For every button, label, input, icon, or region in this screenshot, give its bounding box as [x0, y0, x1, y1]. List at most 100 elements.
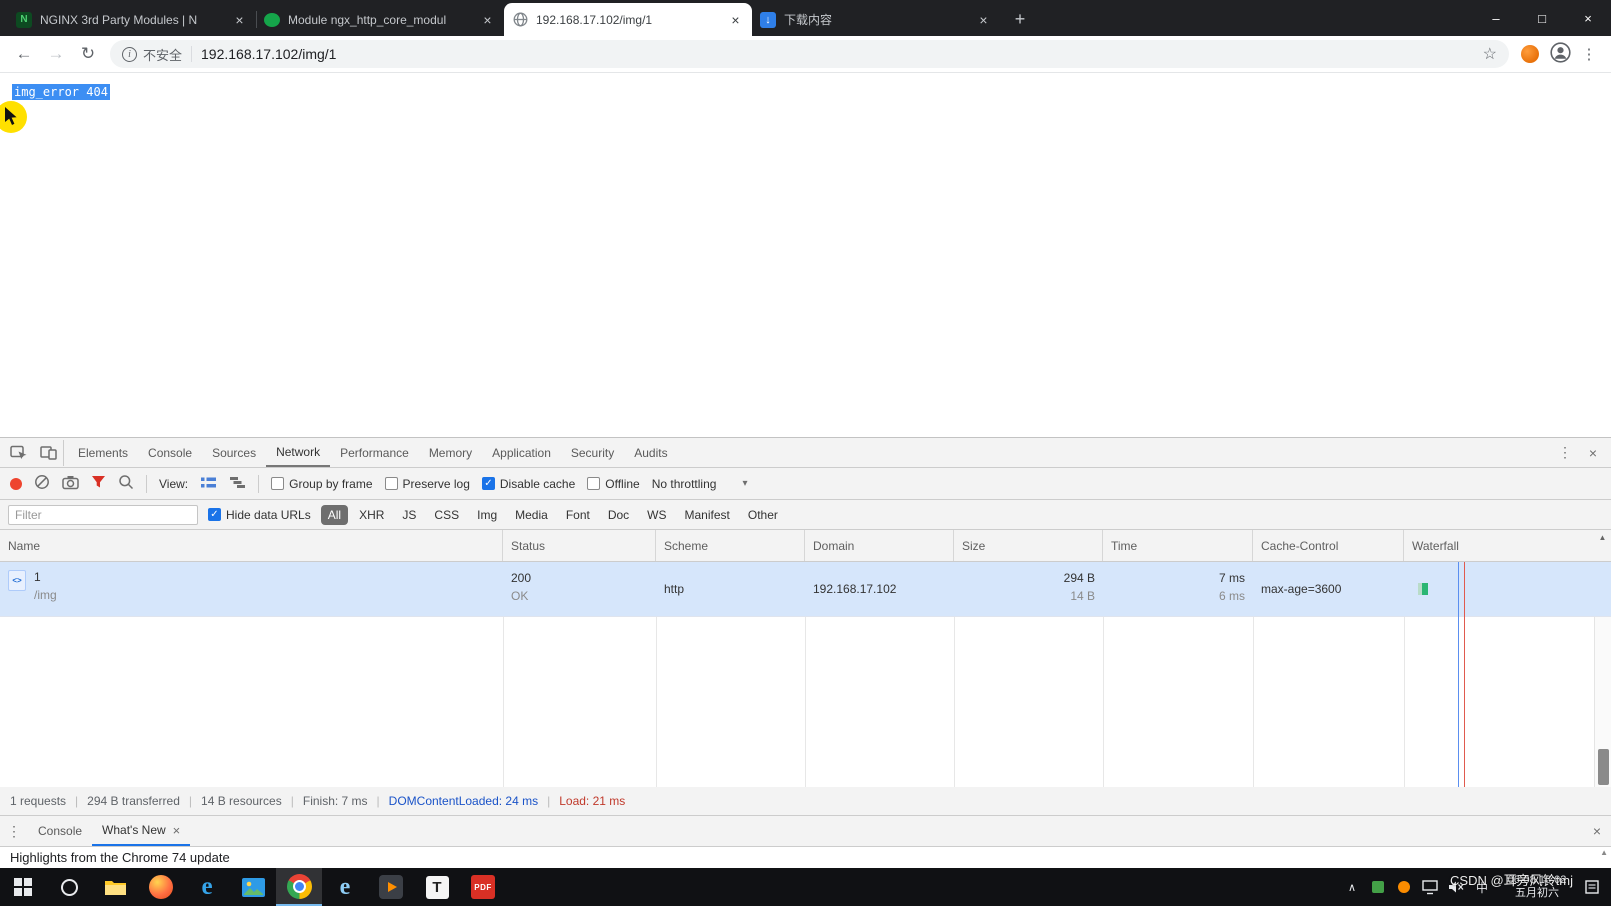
devtools-tab-memory[interactable]: Memory	[419, 438, 482, 467]
disable-cache-checkbox[interactable]: ✓ Disable cache	[482, 477, 575, 491]
column-header-domain[interactable]: Domain	[805, 530, 954, 561]
checkbox-unchecked	[385, 477, 398, 490]
tab-title: 下载内容	[784, 11, 975, 28]
url-text[interactable]: 192.168.17.102/img/1	[201, 46, 1483, 62]
preserve-log-checkbox[interactable]: Preserve log	[385, 477, 470, 491]
filter-chip-manifest[interactable]: Manifest	[678, 505, 737, 525]
browser-menu-button[interactable]: ⋮	[1575, 39, 1603, 69]
t-app-button[interactable]: T	[414, 868, 460, 906]
request-row[interactable]: <> 1 /img 200 OK http 192.168.17.102 294…	[0, 562, 1611, 617]
filter-chip-js[interactable]: JS	[395, 505, 423, 525]
search-button[interactable]	[118, 474, 134, 493]
cortana-search-button[interactable]	[46, 868, 92, 906]
back-button[interactable]: ←	[8, 38, 40, 70]
column-header-time[interactable]: Time	[1103, 530, 1253, 561]
column-header-size[interactable]: Size	[954, 530, 1103, 561]
waterfall-bar[interactable]	[1418, 583, 1428, 595]
column-header-cache-control[interactable]: Cache-Control	[1253, 530, 1404, 561]
windows-logo-icon	[14, 878, 32, 896]
action-center-button[interactable]	[1579, 868, 1605, 906]
tray-expand-button[interactable]: ∧	[1339, 868, 1365, 906]
column-header-name[interactable]: Name	[0, 530, 503, 561]
column-header-waterfall[interactable]: Waterfall	[1404, 530, 1594, 561]
address-bar[interactable]: i 不安全 192.168.17.102/img/1 ☆	[110, 40, 1509, 68]
clear-button[interactable]	[34, 474, 50, 493]
inspect-element-button[interactable]	[4, 440, 34, 466]
filter-chip-xhr[interactable]: XHR	[352, 505, 391, 525]
file-explorer-button[interactable]	[92, 868, 138, 906]
filter-input[interactable]	[8, 505, 198, 525]
devtools-tab-elements[interactable]: Elements	[68, 438, 138, 467]
reload-button[interactable]: ↻	[72, 38, 104, 70]
devtools-menu-button[interactable]: ⋮	[1551, 440, 1579, 466]
filter-toggle-button[interactable]	[91, 475, 106, 492]
tab-nginx-modules[interactable]: N NGINX 3rd Party Modules | N ×	[8, 3, 256, 36]
chrome-button[interactable]	[276, 868, 322, 906]
filter-chip-all[interactable]: All	[321, 505, 348, 525]
filter-chip-ws[interactable]: WS	[640, 505, 673, 525]
forward-button[interactable]: →	[40, 38, 72, 70]
tab-close-icon[interactable]: ×	[727, 11, 744, 28]
bookmark-star-icon[interactable]: ☆	[1483, 44, 1497, 64]
filter-chip-doc[interactable]: Doc	[601, 505, 636, 525]
maximize-button[interactable]: □	[1519, 0, 1565, 36]
summary-load: Load: 21 ms	[538, 794, 625, 808]
tab-img-active[interactable]: 192.168.17.102/img/1 ×	[504, 3, 752, 36]
filter-chip-media[interactable]: Media	[508, 505, 555, 525]
devtools-tab-performance[interactable]: Performance	[330, 438, 419, 467]
ie-button[interactable]: e	[322, 868, 368, 906]
photos-app-button[interactable]	[230, 868, 276, 906]
capture-screenshots-button[interactable]	[62, 475, 79, 493]
drawer-close-button[interactable]: ×	[1583, 818, 1611, 844]
tab-close-icon[interactable]: ×	[975, 11, 992, 28]
devtools-tab-network[interactable]: Network	[266, 438, 330, 467]
record-button[interactable]	[10, 478, 22, 490]
extension-button[interactable]	[1515, 39, 1545, 69]
filter-chip-font[interactable]: Font	[559, 505, 597, 525]
firefox-button[interactable]	[138, 868, 184, 906]
devtools-tab-sources[interactable]: Sources	[202, 438, 266, 467]
tray-update-button[interactable]	[1391, 868, 1417, 906]
drawer-tab-whats-new[interactable]: What's New ×	[92, 816, 190, 846]
filter-chip-css[interactable]: CSS	[427, 505, 466, 525]
tab-close-icon[interactable]: ×	[231, 11, 248, 28]
drawer-menu-button[interactable]: ⋮	[0, 818, 28, 844]
tray-security-button[interactable]	[1365, 868, 1391, 906]
devtools-tab-application[interactable]: Application	[482, 438, 561, 467]
scrollbar-up-arrow[interactable]: ▲	[1594, 530, 1611, 561]
tab-close-icon[interactable]: ×	[479, 11, 496, 28]
new-tab-button[interactable]: +	[1006, 5, 1034, 33]
devtools-tab-security[interactable]: Security	[561, 438, 624, 467]
device-toolbar-button[interactable]	[34, 440, 64, 466]
window-close-button[interactable]: ×	[1565, 0, 1611, 36]
pdf-app-button[interactable]: PDF	[460, 868, 506, 906]
drawer-tabbar: ⋮ Console What's New × ×	[0, 816, 1611, 847]
drawer-tab-close-icon[interactable]: ×	[173, 823, 181, 838]
tab-downloads[interactable]: ↓ 下载内容 ×	[752, 3, 1000, 36]
filter-chip-img[interactable]: Img	[470, 505, 504, 525]
drawer-tab-console[interactable]: Console	[28, 816, 92, 846]
drawer-scrollbar-up-arrow[interactable]: ▲	[1600, 848, 1608, 857]
column-header-scheme[interactable]: Scheme	[656, 530, 805, 561]
throttling-dropdown[interactable]: No throttling ▾	[652, 477, 748, 491]
offline-checkbox[interactable]: Offline	[587, 477, 639, 491]
group-by-frame-checkbox[interactable]: Group by frame	[271, 477, 372, 491]
view-timeline-button[interactable]	[229, 476, 246, 492]
column-header-status[interactable]: Status	[503, 530, 656, 561]
start-button[interactable]	[0, 868, 46, 906]
filter-chip-other[interactable]: Other	[741, 505, 785, 525]
tab-ngx-http-core[interactable]: Module ngx_http_core_modul ×	[256, 3, 504, 36]
hide-data-urls-checkbox[interactable]: ✓ Hide data URLs	[208, 508, 311, 522]
media-player-button[interactable]	[368, 868, 414, 906]
devtools-tab-console[interactable]: Console	[138, 438, 202, 467]
devtools-close-button[interactable]: ×	[1579, 440, 1607, 466]
request-name-cell[interactable]: <> 1 /img	[0, 562, 503, 616]
scrollbar-thumb[interactable]	[1598, 749, 1609, 785]
edge-button[interactable]: e	[184, 868, 230, 906]
view-list-button[interactable]	[200, 476, 217, 492]
devtools-tab-audits[interactable]: Audits	[624, 438, 677, 467]
profile-button[interactable]	[1545, 39, 1575, 69]
page-info-icon[interactable]: i	[122, 47, 137, 62]
tray-network-button[interactable]	[1417, 868, 1443, 906]
minimize-button[interactable]: –	[1473, 0, 1519, 36]
